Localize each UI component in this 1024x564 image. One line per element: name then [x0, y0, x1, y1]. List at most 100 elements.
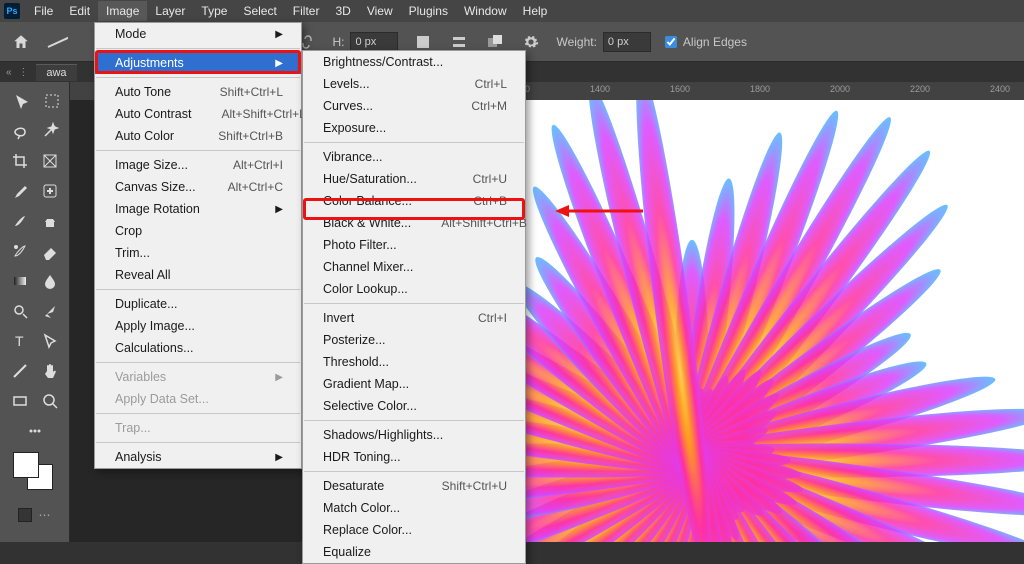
tool-rectangle[interactable] [7, 388, 33, 414]
menu-image[interactable]: Image [98, 1, 147, 21]
tool-path-select[interactable] [37, 328, 63, 354]
image-menu-item-auto-tone[interactable]: Auto ToneShift+Ctrl+L [95, 81, 301, 103]
adjust-menu-item-selective-color[interactable]: Selective Color... [303, 395, 525, 417]
menu-3d[interactable]: 3D [327, 1, 358, 21]
tools-panel: T⋯ [0, 82, 70, 542]
tool-type[interactable]: T [7, 328, 33, 354]
adjust-menu-item-curves[interactable]: Curves...Ctrl+M [303, 95, 525, 117]
menubar: Ps FileEditImageLayerTypeSelectFilter3DV… [0, 0, 1024, 22]
tool-hand[interactable] [37, 358, 63, 384]
adjust-menu-item-desaturate[interactable]: DesaturateShift+Ctrl+U [303, 475, 525, 497]
image-menu-item-reveal-all[interactable]: Reveal All [95, 264, 301, 286]
image-menu-item-canvas-size[interactable]: Canvas Size...Alt+Ctrl+C [95, 176, 301, 198]
menu-help[interactable]: Help [515, 1, 556, 21]
weight-label: Weight: [556, 35, 596, 49]
adjust-menu-item-replace-color[interactable]: Replace Color... [303, 519, 525, 541]
menu-select[interactable]: Select [235, 1, 284, 21]
adjust-menu-item-posterize[interactable]: Posterize... [303, 329, 525, 351]
document-tab[interactable]: awa [36, 64, 76, 81]
image-menu-item-apply-data-set: Apply Data Set... [95, 388, 301, 410]
tool-healing[interactable] [37, 178, 63, 204]
tool-move[interactable] [9, 88, 35, 114]
image-menu-item-duplicate[interactable]: Duplicate... [95, 293, 301, 315]
image-menu-item-image-rotation[interactable]: Image Rotation▶ [95, 198, 301, 220]
ruler-tick: 1600 [670, 84, 690, 94]
image-menu-item-auto-color[interactable]: Auto ColorShift+Ctrl+B [95, 125, 301, 147]
tool-zoom[interactable] [37, 388, 63, 414]
image-menu-item-mode[interactable]: Mode▶ [95, 23, 301, 45]
tool-dodge[interactable] [7, 298, 33, 324]
adjust-menu-item-channel-mixer[interactable]: Channel Mixer... [303, 256, 525, 278]
adjust-menu-item-photo-filter[interactable]: Photo Filter... [303, 234, 525, 256]
height-label: H: [332, 35, 344, 49]
tool-edit-toolbar[interactable] [22, 418, 48, 444]
adjust-menu-item-hdr-toning[interactable]: HDR Toning... [303, 446, 525, 468]
image-menu-item-trim[interactable]: Trim... [95, 242, 301, 264]
tool-eyedropper[interactable] [7, 178, 33, 204]
tool-clone[interactable] [37, 208, 63, 234]
adjust-menu-item-equalize[interactable]: Equalize [303, 541, 525, 563]
image-menu-item-trap: Trap... [95, 417, 301, 439]
adjust-menu-item-color-lookup[interactable]: Color Lookup... [303, 278, 525, 300]
adjust-menu-item-threshold[interactable]: Threshold... [303, 351, 525, 373]
menu-filter[interactable]: Filter [285, 1, 328, 21]
tool-lasso[interactable] [7, 118, 33, 144]
tool-crop[interactable] [7, 148, 33, 174]
adjust-menu-item-shadows-highlights[interactable]: Shadows/Highlights... [303, 424, 525, 446]
image-menu-item-calculations[interactable]: Calculations... [95, 337, 301, 359]
line-tool-icon[interactable] [46, 31, 68, 53]
annotation-arrow [555, 202, 645, 220]
menu-file[interactable]: File [26, 1, 61, 21]
tool-magic-wand[interactable] [37, 118, 63, 144]
height-input[interactable]: 0 px [350, 32, 398, 52]
quick-mask-icon[interactable] [18, 508, 32, 522]
menu-view[interactable]: View [359, 1, 401, 21]
image-menu-item-apply-image[interactable]: Apply Image... [95, 315, 301, 337]
image-menu-item-image-size[interactable]: Image Size...Alt+Ctrl+I [95, 154, 301, 176]
menu-edit[interactable]: Edit [61, 1, 98, 21]
align-edges-checkbox[interactable]: Align Edges [665, 35, 747, 49]
tool-history-brush[interactable] [7, 238, 33, 264]
align-edges-label: Align Edges [683, 35, 747, 49]
tool-frame[interactable] [37, 148, 63, 174]
svg-text:T: T [15, 333, 24, 349]
ruler-tick: 2000 [830, 84, 850, 94]
tool-blur[interactable] [37, 268, 63, 294]
adjust-menu-item-black-white[interactable]: Black & White...Alt+Shift+Ctrl+B [303, 212, 525, 234]
menu-plugins[interactable]: Plugins [401, 1, 456, 21]
image-menu: Mode▶Adjustments▶Auto ToneShift+Ctrl+LAu… [94, 22, 302, 469]
adjust-menu-item-levels[interactable]: Levels...Ctrl+L [303, 73, 525, 95]
tool-pen[interactable] [37, 298, 63, 324]
panel-collapse-chevrons[interactable]: « ⋮ [6, 67, 30, 78]
weight-input[interactable]: 0 px [603, 32, 651, 52]
adjust-menu-item-invert[interactable]: InvertCtrl+I [303, 307, 525, 329]
adjust-menu-item-vibrance[interactable]: Vibrance... [303, 146, 525, 168]
ruler-tick: 2200 [910, 84, 930, 94]
tool-eraser[interactable] [37, 238, 63, 264]
menu-type[interactable]: Type [193, 1, 235, 21]
app-badge: Ps [4, 3, 20, 19]
foreground-background-swatch[interactable] [7, 452, 63, 496]
adjust-menu-item-match-color[interactable]: Match Color... [303, 497, 525, 519]
screen-mode-icon[interactable]: ⋯ [38, 508, 52, 522]
image-menu-item-auto-contrast[interactable]: Auto ContrastAlt+Shift+Ctrl+L [95, 103, 301, 125]
adjust-menu-item-gradient-map[interactable]: Gradient Map... [303, 373, 525, 395]
tool-marquee[interactable] [39, 88, 65, 114]
ruler-tick: 2400 [990, 84, 1010, 94]
tool-line[interactable] [7, 358, 33, 384]
image-menu-item-analysis[interactable]: Analysis▶ [95, 446, 301, 468]
adjust-menu-item-brightness-contrast[interactable]: Brightness/Contrast... [303, 51, 525, 73]
image-menu-item-crop[interactable]: Crop [95, 220, 301, 242]
menu-layer[interactable]: Layer [147, 1, 193, 21]
adjust-menu-item-exposure[interactable]: Exposure... [303, 117, 525, 139]
ruler-tick: 1800 [750, 84, 770, 94]
tool-gradient[interactable] [7, 268, 33, 294]
adjust-menu-item-hue-saturation[interactable]: Hue/Saturation...Ctrl+U [303, 168, 525, 190]
image-menu-item-adjustments[interactable]: Adjustments▶ [95, 52, 301, 74]
tool-brush[interactable] [7, 208, 33, 234]
adjustments-submenu: Brightness/Contrast...Levels...Ctrl+LCur… [302, 50, 526, 564]
home-icon[interactable] [10, 31, 32, 53]
menu-window[interactable]: Window [456, 1, 515, 21]
adjust-menu-item-color-balance[interactable]: Color Balance...Ctrl+B [303, 190, 525, 212]
ruler-tick: 1400 [590, 84, 610, 94]
